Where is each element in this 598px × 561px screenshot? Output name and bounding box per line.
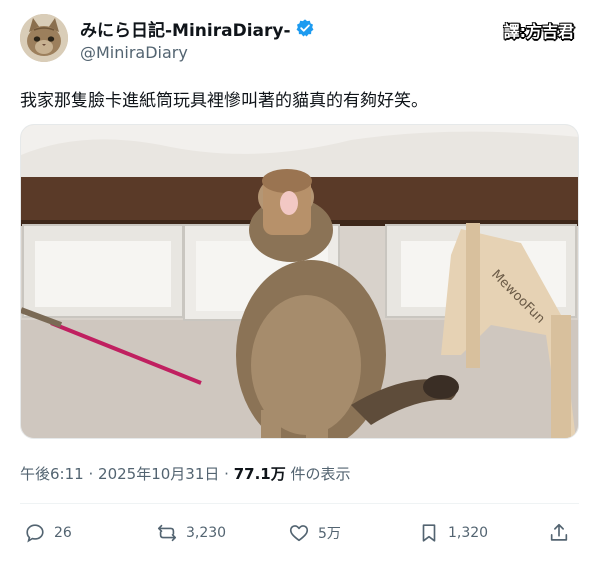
display-name[interactable]: みにら日記-MiniraDiary- (80, 16, 291, 41)
bookmark-count: 1,320 (448, 525, 489, 541)
action-bar: 26 3,230 5万 1,320 (20, 516, 579, 550)
like-button[interactable]: 5万 (288, 516, 341, 550)
bookmark-icon (422, 524, 436, 542)
post-date[interactable]: 2025年10月31日 (98, 465, 219, 483)
post-image[interactable]: MewooFun (20, 124, 579, 439)
repost-button[interactable]: 3,230 (156, 516, 226, 550)
cat-photo: MewooFun (21, 125, 578, 438)
repost-icon (157, 524, 177, 542)
verified-badge-icon (296, 19, 313, 37)
handle[interactable]: @MiniraDiary (80, 43, 315, 62)
meta-separator: · (224, 465, 229, 483)
avatar[interactable] (20, 14, 68, 62)
bookmark-button[interactable]: 1,320 (418, 516, 488, 550)
post-time[interactable]: 午後6:11 (20, 465, 84, 483)
post-header: みにら日記-MiniraDiary- @MiniraDiary 譯:方吉君 (20, 14, 580, 66)
like-count: 5万 (318, 526, 341, 542)
translator-watermark: 譯:方吉君 (503, 22, 574, 41)
reply-icon (26, 524, 44, 543)
meta-separator: · (88, 465, 94, 483)
view-count-label: 件の表示 (290, 465, 351, 483)
post-meta: 午後6:11 · 2025年10月31日 · 77.1万 件の表示 (20, 463, 351, 484)
share-icon (550, 523, 568, 541)
avatar-cat-image (20, 14, 68, 62)
reply-count: 26 (54, 525, 72, 541)
divider (20, 503, 579, 504)
post-text: 我家那隻臉卡進紙筒玩具裡慘叫著的貓真的有夠好笑。 (20, 91, 428, 111)
view-count[interactable]: 77.1万 (234, 465, 286, 483)
author-names: みにら日記-MiniraDiary- @MiniraDiary (80, 16, 315, 62)
heart-icon (289, 525, 309, 542)
share-button[interactable] (548, 516, 570, 550)
reply-button[interactable]: 26 (24, 516, 72, 550)
repost-count: 3,230 (186, 525, 227, 541)
